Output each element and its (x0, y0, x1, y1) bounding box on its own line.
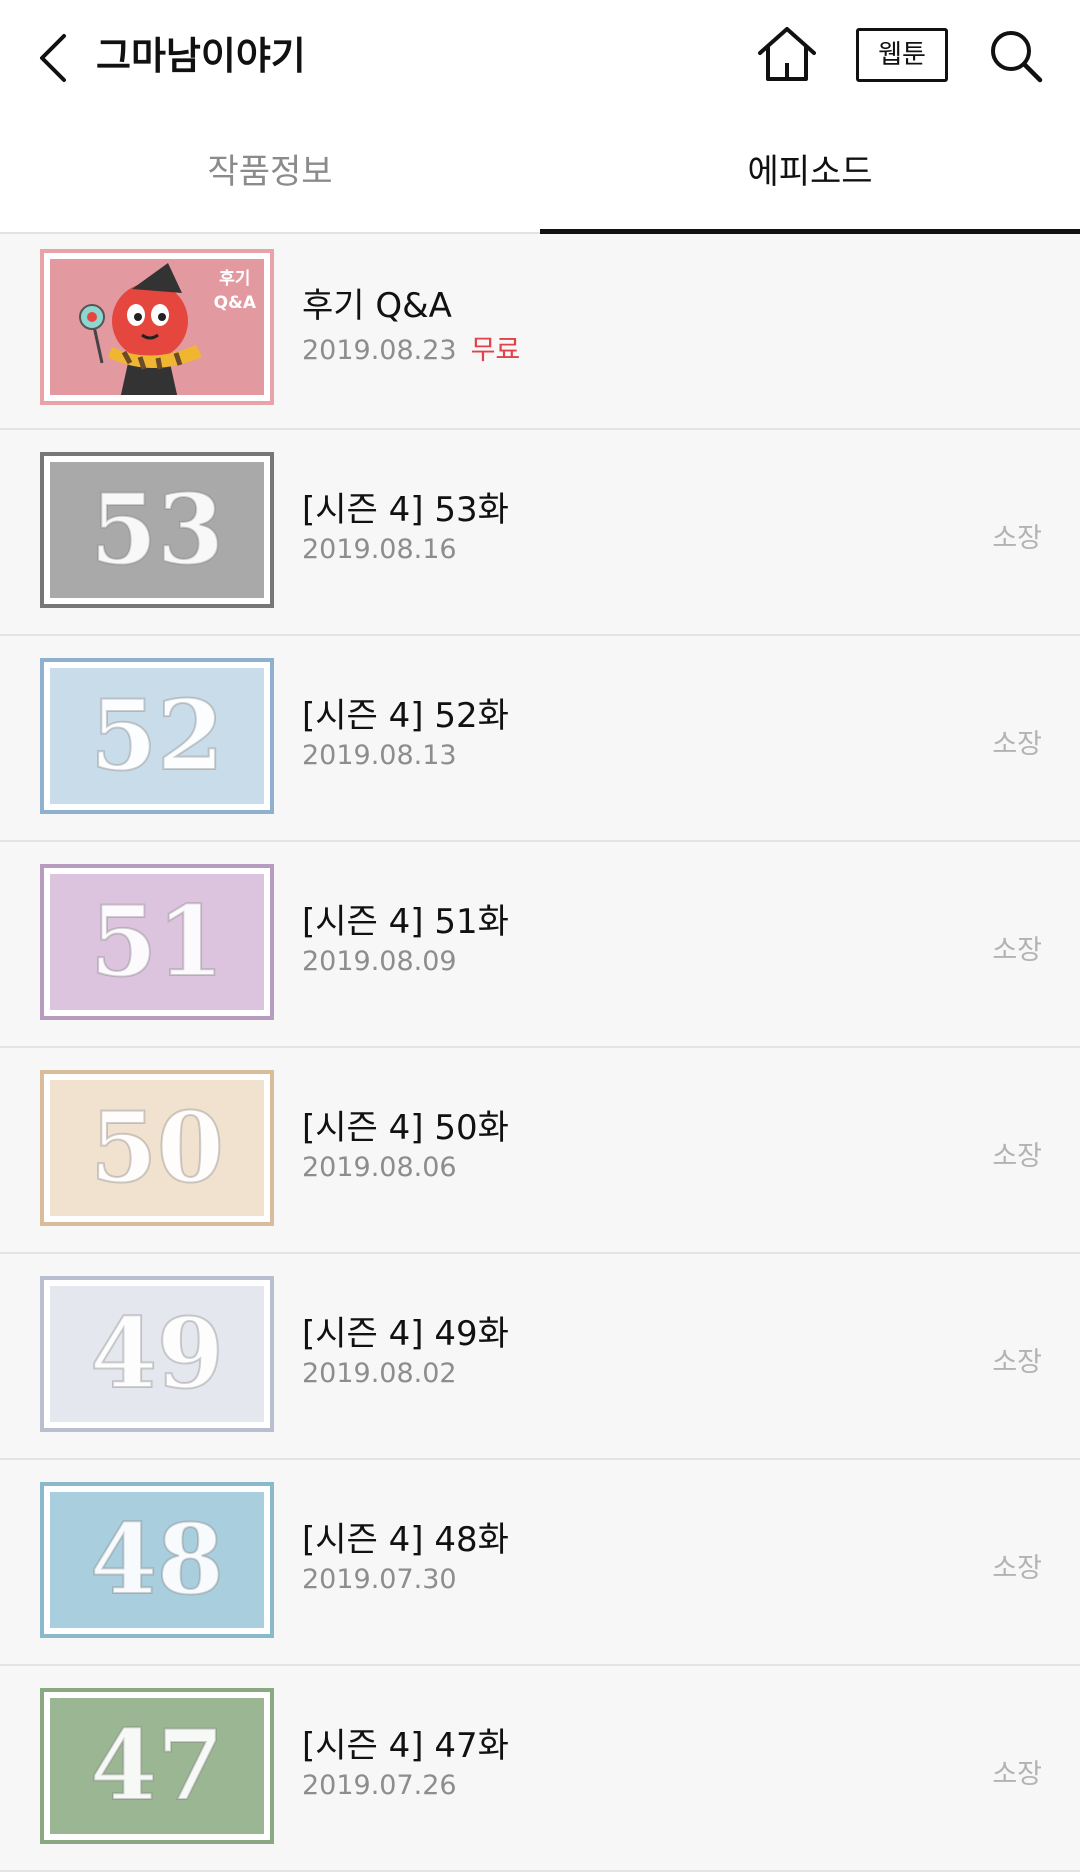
episode-date: 2019.08.09 (302, 946, 457, 977)
thumbnail-episode-number: 53 (89, 472, 225, 587)
episode-meta: 2019.08.02 (302, 1358, 457, 1389)
owned-status: 소장 (992, 523, 1042, 554)
episode-title: [시즌 4] 47화 (302, 1726, 509, 1766)
episode-date: 2019.08.06 (302, 1152, 457, 1183)
thumbnail-episode-number: 48 (89, 1502, 225, 1617)
episode-title: [시즌 4] 49화 (302, 1314, 509, 1354)
owned-status: 소장 (992, 1759, 1042, 1790)
episode-meta: 2019.08.16 (302, 534, 457, 565)
thumbnail-caption: 후기 Q&A (213, 269, 256, 313)
thumbnail-episode-number: 50 (89, 1090, 225, 1205)
episode-row[interactable]: 48 [시즌 4] 48화 2019.07.30 소장 (0, 1460, 1080, 1666)
episode-row[interactable]: 47 [시즌 4] 47화 2019.07.26 소장 (0, 1666, 1080, 1872)
episode-row[interactable]: 후기 Q&A 후기 Q&A 2019.08.23 무료 (0, 234, 1080, 430)
thumbnail-episode-number: 52 (89, 678, 225, 793)
tab-episodes[interactable]: 에피소드 (540, 110, 1080, 232)
episode-list: 후기 Q&A 후기 Q&A 2019.08.23 무료 53 [시즌 4] 53화 2019… (0, 234, 1080, 1872)
episode-title: [시즌 4] 50화 (302, 1108, 509, 1148)
episode-date: 2019.08.23 (302, 335, 457, 366)
episode-meta: 2019.08.09 (302, 946, 457, 977)
thumbnail-artwork: 53 (50, 462, 264, 598)
episode-meta: 2019.08.06 (302, 1152, 457, 1183)
episode-date: 2019.08.02 (302, 1358, 457, 1389)
tab-work-info[interactable]: 작품정보 (0, 110, 540, 232)
thumbnail-artwork: 47 (50, 1698, 264, 1834)
episode-title: [시즌 4] 51화 (302, 902, 509, 942)
thumbnail-episode-number: 49 (89, 1296, 225, 1411)
episode-thumbnail: 53 (40, 452, 274, 608)
episode-row[interactable]: 49 [시즌 4] 49화 2019.08.02 소장 (0, 1254, 1080, 1460)
thumbnail-artwork: 51 (50, 874, 264, 1010)
thumbnail-artwork: 50 (50, 1080, 264, 1216)
owned-status: 소장 (992, 1141, 1042, 1172)
episode-row[interactable]: 53 [시즌 4] 53화 2019.08.16 소장 (0, 430, 1080, 636)
episode-row[interactable]: 52 [시즌 4] 52화 2019.08.13 소장 (0, 636, 1080, 842)
page-title: 그마남이야기 (96, 34, 306, 78)
thumbnail-artwork: 48 (50, 1492, 264, 1628)
search-icon[interactable] (988, 28, 1044, 84)
webtoon-button[interactable]: 웹툰 (856, 28, 948, 82)
episode-meta: 2019.08.13 (302, 740, 457, 771)
episode-thumbnail: 49 (40, 1276, 274, 1432)
episode-title: [시즌 4] 48화 (302, 1520, 509, 1560)
thumbnail-episode-number: 47 (89, 1708, 225, 1823)
episode-meta: 2019.08.23 무료 (302, 328, 520, 367)
episode-date: 2019.07.30 (302, 1564, 457, 1595)
owned-status: 소장 (992, 729, 1042, 760)
episode-thumbnail: 후기 Q&A (40, 249, 274, 405)
owned-status: 소장 (992, 935, 1042, 966)
episode-date: 2019.08.13 (302, 740, 457, 771)
owned-status: 소장 (992, 1347, 1042, 1378)
thumbnail-artwork: 후기 Q&A (50, 259, 264, 399)
thumbnail-episode-number: 51 (89, 884, 225, 999)
episode-meta: 2019.07.26 (302, 1770, 457, 1801)
episode-thumbnail: 52 (40, 658, 274, 814)
owned-status: 소장 (992, 1553, 1042, 1584)
episode-thumbnail: 50 (40, 1070, 274, 1226)
home-icon[interactable] (756, 25, 818, 83)
episode-title: [시즌 4] 53화 (302, 490, 509, 530)
episode-date: 2019.07.26 (302, 1770, 457, 1801)
episode-title: [시즌 4] 52화 (302, 696, 509, 736)
thumbnail-artwork: 52 (50, 668, 264, 804)
tab-bar: 작품정보 에피소드 (0, 110, 1080, 234)
episode-thumbnail: 48 (40, 1482, 274, 1638)
episode-date: 2019.08.16 (302, 534, 457, 565)
episode-meta: 2019.07.30 (302, 1564, 457, 1595)
episode-row[interactable]: 50 [시즌 4] 50화 2019.08.06 소장 (0, 1048, 1080, 1254)
episode-thumbnail: 51 (40, 864, 274, 1020)
episode-row[interactable]: 51 [시즌 4] 51화 2019.08.09 소장 (0, 842, 1080, 1048)
episode-title: 후기 Q&A (302, 286, 452, 326)
thumbnail-artwork: 49 (50, 1286, 264, 1422)
top-bar: 그마남이야기 웹툰 (0, 0, 1080, 110)
episode-thumbnail: 47 (40, 1688, 274, 1844)
free-badge: 무료 (470, 335, 521, 366)
back-arrow-icon[interactable] (30, 28, 78, 88)
